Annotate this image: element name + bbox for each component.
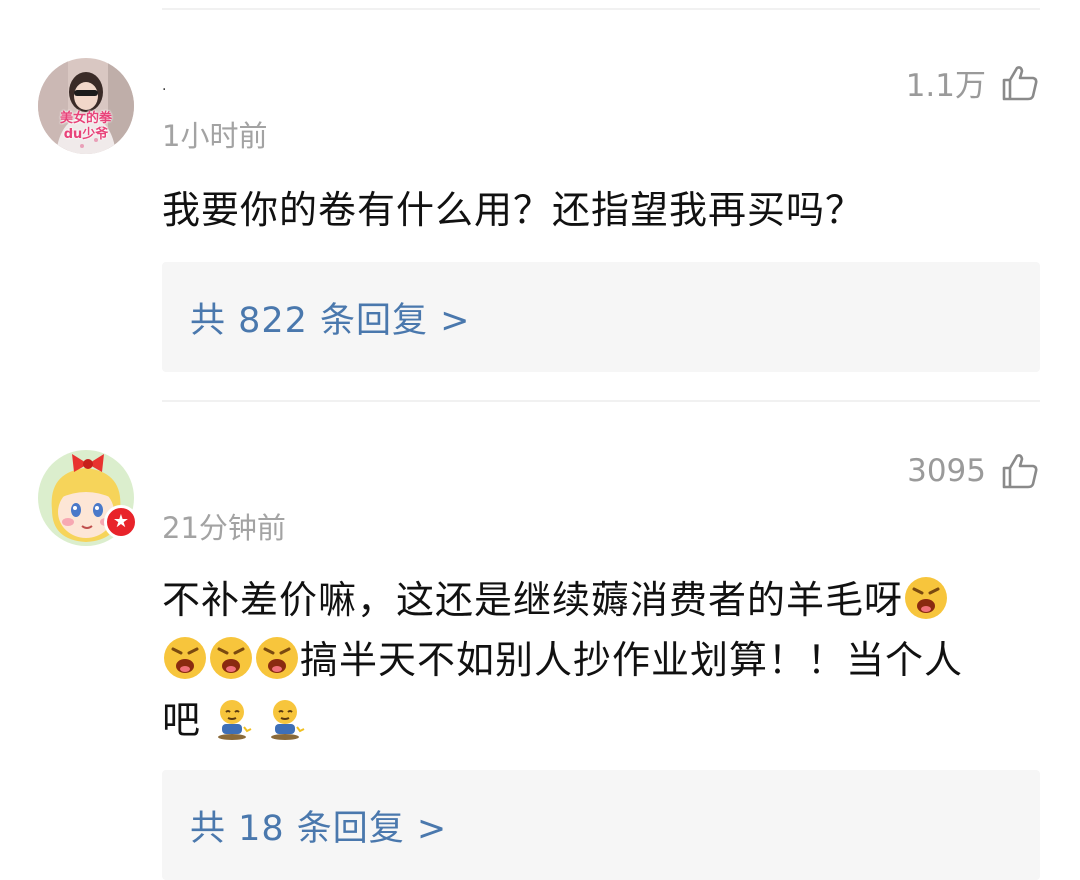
comment-text: 不补差价嘛，这还是继续薅消费者的羊毛呀 搞半天不如别人抄作业划算！！当个人 吧: [162, 570, 1032, 750]
replies-label: 共 18 条回复 >: [190, 808, 448, 849]
like-button[interactable]: 1.1万: [906, 60, 1040, 105]
top-divider: [162, 8, 1040, 10]
star-icon: ★: [112, 511, 130, 532]
username[interactable]: .: [162, 78, 166, 94]
sitting-emoji-icon: [271, 700, 305, 740]
replies-label: 共 822 条回复 >: [190, 300, 471, 341]
comment-text-line3: 吧: [162, 698, 202, 742]
thumbs-up-icon: [1002, 454, 1038, 489]
verified-badge: ★: [104, 505, 138, 539]
sitting-emoji-icon: [218, 700, 252, 740]
avatar-caption: 美女的拳 du少爷: [59, 111, 112, 142]
replies-link[interactable]: 共 18 条回复 >: [162, 770, 1040, 880]
comment-text: 我要你的卷有什么用？还指望我再买吗？: [162, 188, 865, 232]
angry-emoji-icon: [905, 577, 948, 619]
angry-emoji-icon: [164, 637, 206, 679]
like-count: 3095: [907, 453, 986, 489]
comment-text-line1: 不补差价嘛，这还是继续薅消费者的羊毛呀: [162, 578, 904, 622]
comment-time: 21分钟前: [162, 511, 286, 545]
replies-link[interactable]: 共 822 条回复 >: [162, 262, 1040, 372]
comment-divider: [162, 400, 1040, 402]
avatar[interactable]: 美女的拳 du少爷: [38, 58, 134, 154]
comment-text-line2: 搞半天不如别人抄作业划算！！当个人: [300, 638, 964, 682]
thumbs-up-icon: [1002, 65, 1038, 100]
angry-emoji-icon: [256, 637, 298, 679]
like-count: 1.1万: [905, 68, 986, 104]
angry-emoji-icon: [210, 637, 252, 679]
like-button[interactable]: 3095: [907, 451, 1040, 491]
comment-time: 1小时前: [162, 119, 268, 153]
